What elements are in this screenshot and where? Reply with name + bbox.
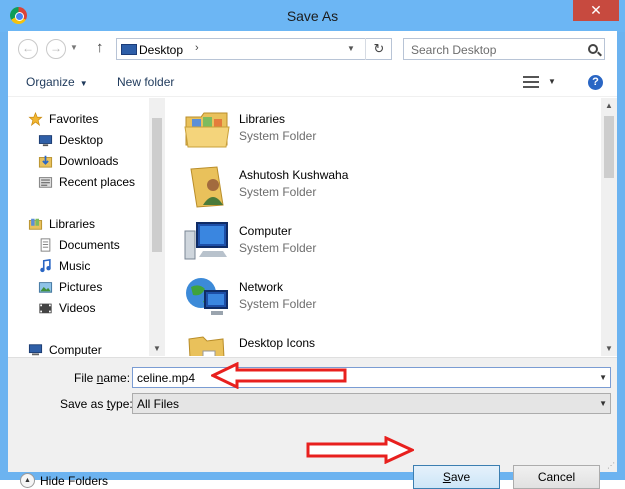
sidebar-label: Documents (59, 238, 120, 252)
search-box[interactable]: Search Desktop (403, 38, 605, 60)
resize-grip[interactable]: ⋰ (607, 461, 615, 470)
dialog-client: ← → ▼ ↑ Desktop › ▼ ↻ Search Desktop Org… (8, 31, 617, 489)
help-icon[interactable]: ? (588, 75, 603, 90)
sidebar-label: Desktop (59, 133, 104, 147)
sidebar-label: Pictures (59, 280, 103, 294)
recent-places-icon (38, 177, 53, 188)
up-button[interactable]: ↑ (96, 39, 104, 56)
folder-icon (188, 336, 225, 356)
list-item[interactable]: Desktop Icons (183, 329, 543, 356)
view-options-dropdown[interactable]: ▼ (548, 77, 556, 86)
sidebar-label: Favorites (49, 112, 99, 126)
organize-caret-icon: ▼ (79, 79, 88, 88)
file-name: Desktop Icons (239, 336, 316, 350)
scroll-down-icon[interactable]: ▼ (605, 344, 613, 353)
hide-folders-label: Hide Folders (40, 474, 109, 488)
annotation-arrow-save (306, 436, 414, 464)
file-type: System Folder (239, 129, 317, 143)
save-as-dialog: Save As ✕ ← → ▼ ↑ Desktop › ▼ ↻ Search D… (0, 0, 625, 489)
file-list-scrollbar[interactable]: ▲ ▼ (601, 98, 617, 356)
address-bar[interactable]: Desktop › ▼ ↻ (116, 38, 392, 60)
file-type: System Folder (239, 297, 317, 311)
save-as-type-dropdown-icon[interactable]: ▼ (599, 399, 607, 408)
scrollbar-thumb[interactable] (604, 116, 614, 178)
file-name-field[interactable]: celine.mp4 ▼ (132, 367, 611, 388)
file-type: System Folder (239, 241, 317, 255)
videos-icon (39, 303, 52, 314)
forward-button[interactable]: → (46, 39, 66, 59)
window-title: Save As (286, 8, 339, 24)
file-name: Ashutosh Kushwaha (239, 168, 349, 182)
user-folder-icon (190, 166, 224, 208)
downloads-icon (38, 155, 53, 168)
sidebar-label: Downloads (59, 154, 119, 168)
address-dropdown-icon[interactable]: ▼ (347, 44, 355, 53)
file-type: System Folder (239, 185, 317, 199)
pane-splitter[interactable] (165, 98, 169, 356)
star-icon (28, 112, 43, 126)
documents-icon (40, 238, 51, 252)
sidebar-label: Computer (49, 343, 102, 356)
breadcrumb-desktop[interactable]: Desktop (139, 43, 183, 57)
list-item[interactable]: Ashutosh Kushwaha System Folder (183, 161, 543, 213)
desktop-icon (38, 135, 53, 147)
sidebar-label: Videos (59, 301, 96, 315)
new-folder-button[interactable]: New folder (117, 75, 174, 89)
libraries-folder-icon (184, 112, 230, 148)
sidebar-label: Music (59, 259, 91, 273)
network-icon (186, 278, 228, 315)
file-name-label: File name: (74, 371, 131, 385)
save-as-type-label: Save as type: (60, 397, 133, 411)
breadcrumb-chevron-icon[interactable]: › (195, 42, 199, 54)
scroll-down-icon[interactable]: ▼ (153, 344, 161, 353)
sidebar-label: Libraries (49, 217, 96, 231)
annotation-arrow-file-name (211, 362, 347, 389)
change-view-icon[interactable] (523, 75, 539, 89)
computer-icon (184, 222, 228, 260)
navigation-bar: ← → ▼ ↑ Desktop › ▼ ↻ Search Desktop (8, 31, 617, 67)
save-button[interactable]: Save (413, 465, 500, 489)
organize-label: Organize (26, 75, 75, 89)
file-name-value[interactable]: celine.mp4 (137, 371, 195, 385)
scroll-up-icon[interactable]: ▲ (605, 101, 613, 110)
search-placeholder: Search Desktop (411, 43, 497, 57)
close-button[interactable]: ✕ (573, 0, 619, 21)
scrollbar-thumb[interactable] (152, 118, 162, 252)
file-name: Network (239, 280, 284, 294)
file-name-dropdown-icon[interactable]: ▼ (599, 373, 607, 382)
sidebar-label: Recent places (59, 175, 136, 189)
file-list: Libraries System Folder Ashutosh Kushwah… (173, 98, 600, 356)
recent-locations-dropdown[interactable]: ▼ (70, 43, 78, 52)
list-item[interactable]: Libraries System Folder (183, 105, 543, 157)
collapse-icon: ▲ (20, 473, 35, 488)
list-item[interactable]: Computer System Folder (183, 217, 543, 269)
command-bar: Organize ▼ New folder ▼ ? (8, 67, 617, 97)
pictures-icon (38, 282, 53, 293)
file-name: Libraries (239, 112, 286, 126)
refresh-button[interactable]: ↻ (365, 38, 392, 60)
title-bar[interactable]: Save As ✕ (0, 0, 625, 32)
navigation-pane-scrollbar[interactable]: ▼ (149, 98, 165, 356)
save-as-type-value: All Files (137, 397, 180, 411)
libraries-icon (28, 218, 43, 230)
search-icon[interactable] (588, 44, 598, 54)
desktop-location-icon (121, 44, 137, 55)
list-item[interactable]: Network System Folder (183, 273, 543, 325)
cancel-button[interactable]: Cancel (513, 465, 600, 489)
file-name: Computer (239, 224, 292, 238)
organize-button[interactable]: Organize ▼ (26, 75, 88, 89)
music-icon (40, 259, 51, 273)
computer-icon (28, 344, 43, 356)
back-button[interactable]: ← (18, 39, 38, 59)
save-as-type-select[interactable]: All Files ▼ (132, 393, 611, 414)
navigation-pane: Favorites Desktop Downloads Recent place… (8, 98, 149, 356)
